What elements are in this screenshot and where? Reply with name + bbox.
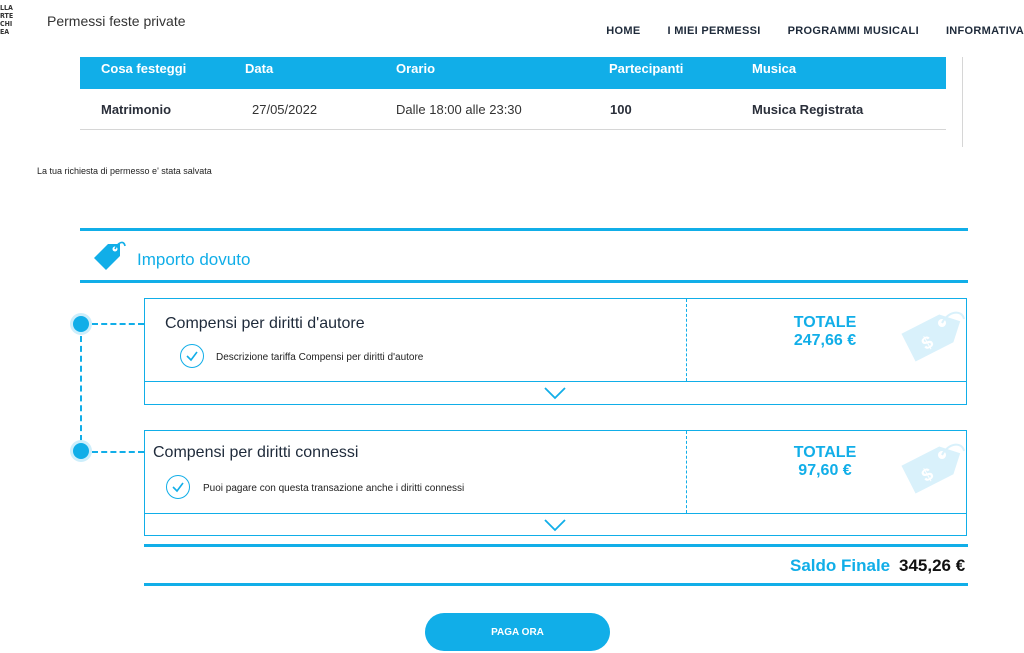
table-header: Cosa festeggi Data Orario Partecipanti M… [80,57,946,89]
dollar-tag-icon: $ [901,443,965,494]
logo-line: EA [0,28,10,36]
fee-description: Puoi pagare con questa transazione anche… [203,483,465,494]
card-expand-bar[interactable] [145,381,966,403]
cell-date: 27/05/2022 [252,102,318,117]
col-header-participants: Partecipanti [609,61,684,76]
timeline-line [80,336,82,441]
timeline-connector [92,323,144,325]
logo-line: LLA [0,4,13,12]
card-divider [686,299,687,381]
fee-card-related-rights: Compensi per diritti connessi Puoi pagar… [144,430,967,536]
cell-occasion: Matrimonio [101,102,172,117]
table-row: Matrimonio 27/05/2022 Dalle 18:00 alle 2… [80,89,946,130]
cell-time: Dalle 18:00 alle 23:30 [396,102,522,117]
saved-message: La tua richiesta di permesso e' stata sa… [37,166,212,176]
col-header-time: Orario [396,61,436,76]
price-tag-icon [94,241,126,270]
fee-name: Compensi per diritti d'autore [165,315,365,332]
col-header-music: Musica [752,61,797,76]
chevron-down-icon[interactable] [544,518,566,532]
saldo-value: 345,26 € [899,556,966,575]
nav-home[interactable]: HOME [606,25,640,37]
timeline-dot [73,316,89,332]
col-header-date: Data [245,61,274,76]
cell-music: Musica Registrata [752,102,864,117]
saldo-label: Saldo Finale [790,556,891,575]
card-expand-bar[interactable] [145,513,966,535]
dollar-tag-icon: $ [901,311,965,362]
chevron-down-icon[interactable] [544,386,566,400]
check-circle-icon [180,344,204,368]
logo-line: CHI [0,20,13,28]
cell-participants: 100 [610,102,632,117]
permit-summary-table: Cosa festeggi Data Orario Partecipanti M… [80,57,946,130]
section-bottom-rule [80,280,968,283]
card-divider [686,431,687,513]
fee-card-author-rights: Compensi per diritti d'autore Descrizion… [144,298,967,405]
app-title: Permessi feste private [47,13,186,29]
saldo-bottom-rule [144,583,968,586]
section-title: Importo dovuto [137,250,251,269]
main-nav: HOME I MIEI PERMESSI PROGRAMMI MUSICALI … [606,25,1024,37]
col-header-occasion: Cosa festeggi [101,61,187,76]
pay-now-button[interactable]: PAGA ORA [425,613,610,651]
nav-info[interactable]: INFORMATIVA [946,25,1024,37]
check-circle-icon [166,475,190,499]
fee-name: Compensi per diritti connessi [153,444,359,461]
fee-description: Descrizione tariffa Compensi per diritti… [216,352,424,363]
timeline-connector [92,451,144,453]
amount-due-header: Importo dovuto [80,228,968,283]
nav-music-programs[interactable]: PROGRAMMI MUSICALI [788,25,919,37]
logo-line: RTE [0,12,14,20]
nav-my-permits[interactable]: I MIEI PERMESSI [668,25,761,37]
table-scrollbar[interactable] [962,57,963,147]
timeline-dot [73,443,89,459]
logo: LLA RTE CHI EA [0,4,16,36]
saldo-top-rule [144,544,968,547]
